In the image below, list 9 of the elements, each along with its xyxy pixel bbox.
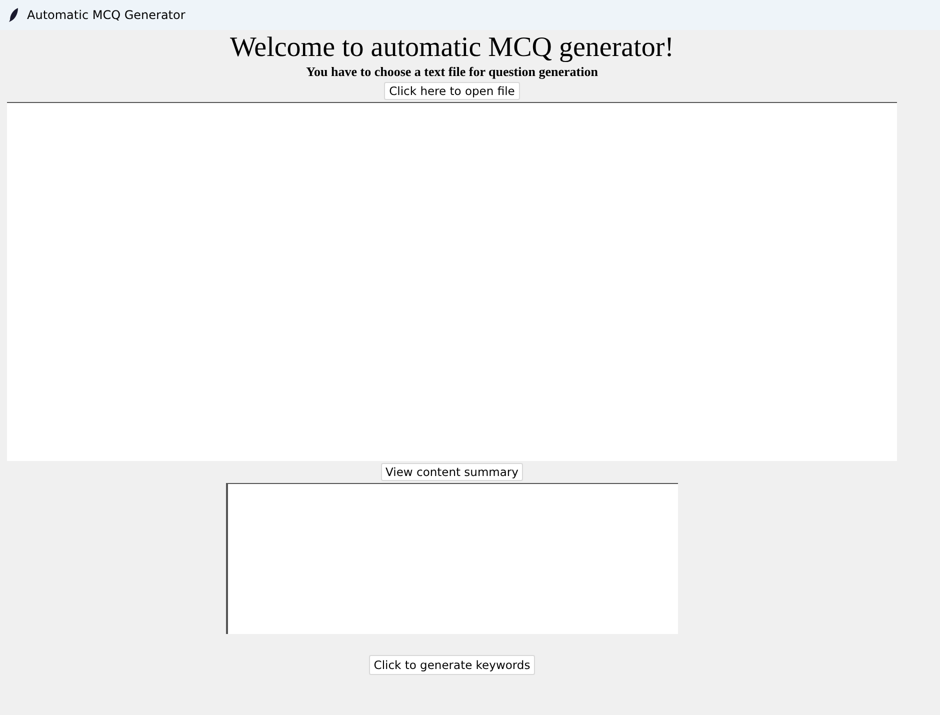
open-file-button[interactable]: Click here to open file — [384, 82, 520, 100]
summary-button[interactable]: View content summary — [380, 463, 524, 481]
window-title: Automatic MCQ Generator — [27, 8, 186, 22]
text-area[interactable] — [7, 102, 897, 461]
feather-icon — [9, 8, 19, 22]
summary-text-area[interactable] — [226, 483, 678, 634]
instruction-text: You have to choose a text file for question generation — [306, 64, 598, 80]
heading: Welcome to automatic MCQ generator! — [230, 32, 674, 64]
keywords-button[interactable]: Click to generate keywords — [368, 655, 536, 675]
